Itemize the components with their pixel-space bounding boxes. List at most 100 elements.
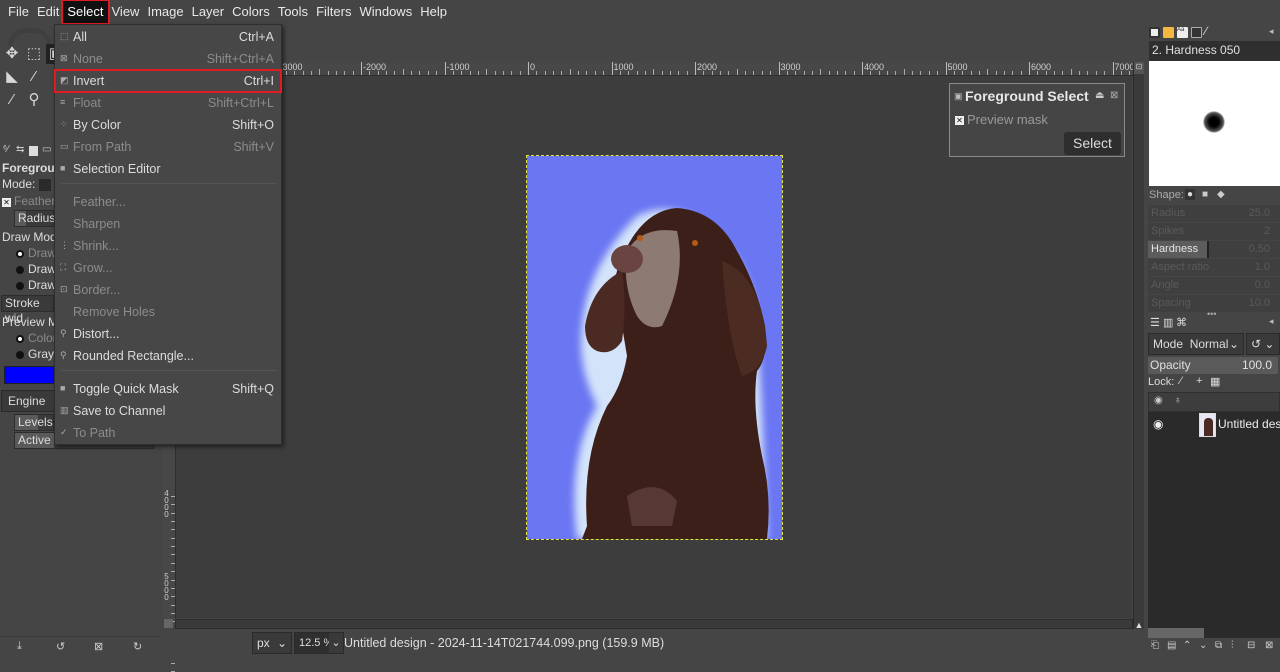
menu-select[interactable]: Select (61, 0, 110, 25)
layers-dock-menu-icon[interactable]: ◂ (1269, 316, 1274, 327)
horizontal-scrollbar[interactable] (164, 619, 1133, 629)
add-mask-icon[interactable]: ⊟ (1247, 640, 1255, 651)
draw-mode-radio-3[interactable]: Draw (16, 278, 56, 292)
move-tool-icon[interactable]: ✥ (2, 44, 22, 64)
menu-item-border[interactable]: ⊡ Border... (55, 279, 281, 301)
brush-radius-slider[interactable]: Radius 25.0 (1148, 205, 1280, 222)
vertical-scrollbar[interactable]: ⊡ ▲ (1133, 62, 1144, 632)
bucket-fill-tool-icon[interactable]: ◣ (2, 67, 22, 87)
menu-edit[interactable]: Edit (33, 1, 63, 23)
lock-position-icon[interactable]: + (1196, 375, 1202, 387)
menu-item-none[interactable]: ⊠ None Shift+Ctrl+A (55, 48, 281, 70)
new-layer-icon[interactable]: ⎗ (1151, 640, 1159, 651)
paintbrush-tab-icon[interactable]: ⁄ (1205, 24, 1207, 38)
radius-slider[interactable]: Radius (14, 210, 55, 227)
menu-item-rounded-rectangle[interactable]: ⚲ Rounded Rectangle... (55, 345, 281, 367)
mode-button[interactable] (38, 178, 51, 191)
brushes-tab-icon[interactable] (1149, 27, 1160, 38)
composite-mode-dropdown[interactable]: ↺ ⌄ (1246, 333, 1280, 355)
mask-color-swatch[interactable] (4, 366, 56, 384)
document-history-tab-icon[interactable] (1191, 27, 1202, 38)
brush-aspect-ratio-slider[interactable]: Aspect ratio 1.0 (1148, 259, 1280, 276)
dialog-close-icon[interactable]: ⊠ (1110, 90, 1118, 101)
menu-item-sharpen[interactable]: Sharpen (55, 213, 281, 235)
stroke-width-slider[interactable]: Stroke wid (1, 295, 54, 325)
layer-name[interactable]: Untitled desi (1218, 417, 1280, 431)
shape-diamond-icon[interactable]: ◆ (1217, 189, 1225, 200)
layer-visibility-icon[interactable]: ◉ (1153, 417, 1163, 431)
preview-color-radio[interactable]: Color (16, 331, 57, 345)
new-layer-group-icon[interactable]: ▤ (1167, 640, 1176, 651)
brush-spikes-slider[interactable]: Spikes 2 (1148, 223, 1280, 240)
engine-dropdown[interactable]: Engine (1, 390, 56, 412)
restore-tool-preset-icon[interactable]: ↺ (56, 640, 65, 653)
images-tab-icon[interactable]: ▭ (42, 144, 51, 155)
layer-row[interactable]: ◉ Untitled desi (1148, 412, 1280, 438)
dialog-collapse-icon[interactable]: ⏏ (1095, 90, 1104, 101)
image-canvas[interactable] (526, 155, 783, 540)
unit-dropdown[interactable]: px ⌄ (252, 632, 292, 654)
feather-checkbox[interactable]: ✕ Feather (2, 194, 55, 208)
tool-options-tab-icon[interactable]: ⁶⁄ (3, 144, 9, 155)
menu-item-by-color[interactable]: ⁘ By Color Shift+O (55, 114, 281, 136)
navigate-button[interactable] (164, 619, 173, 628)
menu-item-remove-holes[interactable]: Remove Holes (55, 301, 281, 323)
draw-mode-radio-1[interactable]: Draw (16, 246, 56, 260)
menu-item-shrink[interactable]: ⋮ Shrink... (55, 235, 281, 257)
layers-tab-icon[interactable]: ☰ (1150, 316, 1160, 329)
menu-item-feather[interactable]: Feather... (55, 191, 281, 213)
dock-menu-icon[interactable]: ◂ (1269, 26, 1274, 37)
menu-item-selection-editor[interactable]: ■ Selection Editor (55, 158, 281, 180)
anchor-layer-icon[interactable]: ⫶ (1231, 640, 1234, 651)
menu-colors[interactable]: Colors (228, 1, 274, 23)
menu-help[interactable]: Help (416, 1, 451, 23)
layer-mode-dropdown[interactable]: Mode Normal ⌄ (1148, 333, 1244, 355)
shape-circle-icon[interactable]: ● (1185, 189, 1196, 200)
menu-item-distort[interactable]: ⚲ Distort... (55, 323, 281, 345)
draw-mode-radio-2[interactable]: Draw (16, 262, 56, 276)
brush-angle-slider[interactable]: Angle 0.0 (1148, 277, 1280, 294)
zoom-tool-icon[interactable]: ⚲ (24, 90, 44, 110)
preview-mask-checkbox[interactable]: ✕ Preview mask (955, 112, 1048, 127)
menu-item-to-path[interactable]: ✓ To Path (55, 422, 281, 444)
menu-item-float[interactable]: ≡ Float Shift+Ctrl+L (55, 92, 281, 114)
menu-filters[interactable]: Filters (312, 1, 355, 23)
fonts-tab-icon[interactable]: Aa (1177, 27, 1188, 38)
lock-pixels-icon[interactable]: ⁄ (1180, 375, 1182, 387)
paths-tab-icon[interactable]: ⌘ (1176, 316, 1187, 329)
menu-item-from-path[interactable]: ▭ From Path Shift+V (55, 136, 281, 158)
save-tool-preset-icon[interactable]: ⤓ (17, 640, 22, 653)
menu-layer[interactable]: Layer (188, 1, 229, 23)
menu-item-grow[interactable]: ⛶ Grow... (55, 257, 281, 279)
menu-file[interactable]: File (4, 1, 33, 23)
menu-item-toggle-quick-mask[interactable]: ■ Toggle Quick Mask Shift+Q (55, 378, 281, 400)
zoom-dropdown[interactable]: 12.5 % ⌄ (294, 632, 344, 654)
color-picker-tool-icon[interactable]: ⁄ (2, 90, 22, 110)
menu-item-save-to-channel[interactable]: ▥ Save to Channel (55, 400, 281, 422)
rect-select-tool-icon[interactable]: ⬚ (24, 44, 44, 64)
delete-layer-icon[interactable]: ⊠ (1265, 640, 1273, 651)
lower-layer-icon[interactable]: ⌄ (1199, 640, 1207, 651)
undo-history-tab-icon[interactable] (29, 146, 38, 156)
delete-tool-preset-icon[interactable]: ⊠ (94, 640, 103, 653)
paintbrush-tool-icon[interactable]: ⁄ (24, 67, 44, 87)
patterns-tab-icon[interactable] (1163, 27, 1174, 38)
brush-hardness-slider[interactable]: Hardness 0.50 (1148, 241, 1280, 258)
menu-image[interactable]: Image (143, 1, 187, 23)
menu-tools[interactable]: Tools (274, 1, 312, 23)
channels-tab-icon[interactable]: ▥ (1163, 316, 1173, 329)
device-status-tab-icon[interactable]: ⇆ (16, 144, 24, 155)
lock-alpha-icon[interactable]: ▦ (1210, 375, 1220, 388)
select-button[interactable]: Select (1064, 132, 1121, 155)
opacity-slider[interactable]: Opacity 100.0 (1148, 357, 1278, 374)
duplicate-layer-icon[interactable]: ⧉ (1215, 640, 1222, 651)
shape-square-icon[interactable]: ■ (1202, 189, 1208, 200)
layers-hscroll[interactable] (1148, 628, 1280, 638)
menu-windows[interactable]: Windows (355, 1, 416, 23)
levels-slider[interactable]: Levels (14, 414, 54, 431)
menu-item-all[interactable]: ⬚ All Ctrl+A (55, 26, 281, 48)
menu-view[interactable]: View (108, 1, 144, 23)
zoom-fit-icon[interactable]: ⊡ (1134, 62, 1144, 74)
raise-layer-icon[interactable]: ⌃ (1183, 640, 1191, 651)
reset-tool-options-icon[interactable]: ↻ (133, 640, 142, 653)
